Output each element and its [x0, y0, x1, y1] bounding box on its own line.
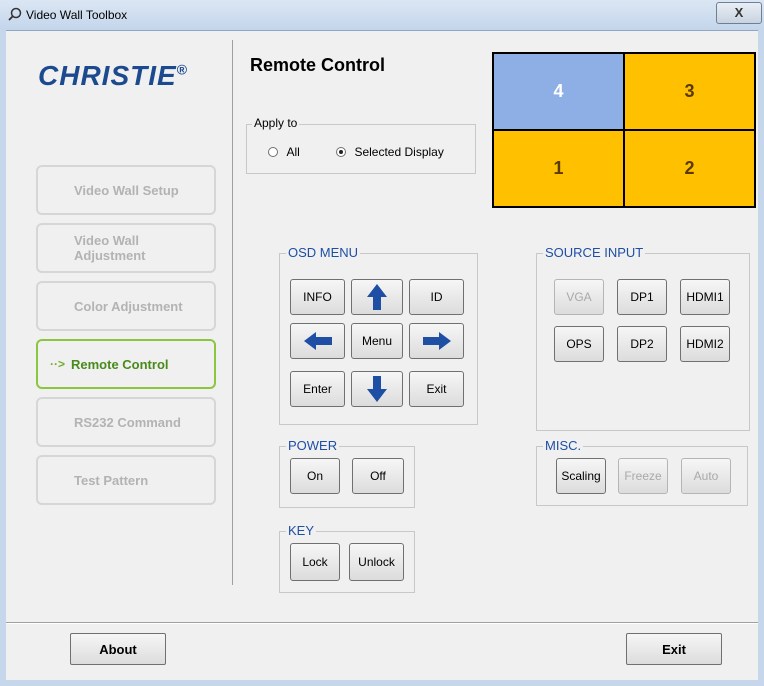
sidebar-item-label: Remote Control [71, 356, 169, 372]
sidebar-item-test-pattern[interactable]: Test Pattern [36, 455, 216, 505]
sidebar-item-rs232-command[interactable]: RS232 Command [36, 397, 216, 447]
scaling-button[interactable]: Scaling [556, 458, 606, 494]
dotted-arrow-icon: ··> [50, 356, 65, 371]
display-tile-4[interactable]: 4 [493, 53, 624, 130]
app-icon [8, 7, 22, 21]
hdmi1-button[interactable]: HDMI1 [680, 279, 730, 315]
enter-button[interactable]: Enter [290, 371, 345, 407]
window-frame-bottom [0, 680, 764, 686]
left-arrow-icon [303, 332, 332, 350]
display-grid: 4 3 1 2 [492, 52, 756, 208]
power-on-button[interactable]: On [290, 458, 340, 494]
up-arrow-button[interactable] [351, 279, 403, 315]
radio-selected-display-label: Selected Display [354, 145, 444, 159]
radio-all-label: All [286, 145, 300, 159]
osd-menu-label: OSD MENU [286, 245, 361, 260]
radio-button[interactable] [268, 146, 278, 157]
info-button[interactable]: INFO [290, 279, 345, 315]
auto-button[interactable]: Auto [681, 458, 731, 494]
christie-logo: CHRISTIE® [38, 60, 189, 91]
power-off-button[interactable]: Off [352, 458, 404, 494]
exit-button[interactable]: Exit [626, 633, 722, 665]
freeze-button[interactable]: Freeze [618, 458, 668, 494]
sidebar-item-label: Color Adjustment [74, 298, 183, 314]
unlock-button[interactable]: Unlock [349, 543, 404, 581]
sidebar-item-label: Test Pattern [74, 472, 149, 488]
left-arrow-button[interactable] [290, 323, 345, 359]
radio-selected-display[interactable]: Selected Display [336, 143, 444, 161]
sidebar-item-video-wall-setup[interactable]: Video Wall Setup [36, 165, 216, 215]
display-tile-1[interactable]: 1 [493, 130, 624, 207]
ops-button[interactable]: OPS [554, 326, 604, 362]
sidebar-item-color-adjustment[interactable]: Color Adjustment [36, 281, 216, 331]
display-tile-3[interactable]: 3 [624, 53, 755, 130]
hdmi2-button[interactable]: HDMI2 [680, 326, 730, 362]
title-bar: Video Wall Toolbox X [0, 0, 764, 31]
key-label: KEY [286, 523, 317, 538]
down-arrow-icon [367, 376, 387, 402]
dp1-button[interactable]: DP1 [617, 279, 667, 315]
sidebar-divider [232, 40, 233, 585]
radio-button[interactable] [336, 146, 346, 157]
right-arrow-icon [422, 332, 451, 350]
window-frame-left [0, 30, 6, 686]
window-frame-right [758, 30, 764, 686]
sidebar-item-label: Video Wall Adjustment [74, 233, 146, 263]
sidebar-item-video-wall-adjustment[interactable]: Video Wall Adjustment [36, 223, 216, 273]
footer-divider-highlight [6, 623, 758, 624]
radio-all[interactable]: All [268, 143, 300, 161]
sidebar-item-label: RS232 Command [74, 414, 181, 430]
page-title: Remote Control [250, 55, 385, 75]
up-arrow-icon [367, 284, 387, 310]
close-button[interactable]: X [716, 2, 762, 24]
display-tile-2[interactable]: 2 [624, 130, 755, 207]
sidebar-item-label: Video Wall Setup [74, 182, 179, 198]
id-button[interactable]: ID [409, 279, 464, 315]
lock-button[interactable]: Lock [290, 543, 340, 581]
power-label: POWER [286, 438, 340, 453]
sidebar-item-remote-control[interactable]: ··> Remote Control [36, 339, 216, 389]
exit-menu-button[interactable]: Exit [409, 371, 464, 407]
window-title: Video Wall Toolbox [26, 8, 128, 22]
misc-label: MISC. [543, 438, 584, 453]
dp2-button[interactable]: DP2 [617, 326, 667, 362]
right-arrow-button[interactable] [409, 323, 464, 359]
down-arrow-button[interactable] [351, 371, 403, 407]
menu-button[interactable]: Menu [351, 323, 403, 359]
apply-to-label: Apply to [252, 116, 300, 130]
vga-button[interactable]: VGA [554, 279, 604, 315]
about-button[interactable]: About [70, 633, 166, 665]
source-input-label: SOURCE INPUT [543, 245, 646, 260]
